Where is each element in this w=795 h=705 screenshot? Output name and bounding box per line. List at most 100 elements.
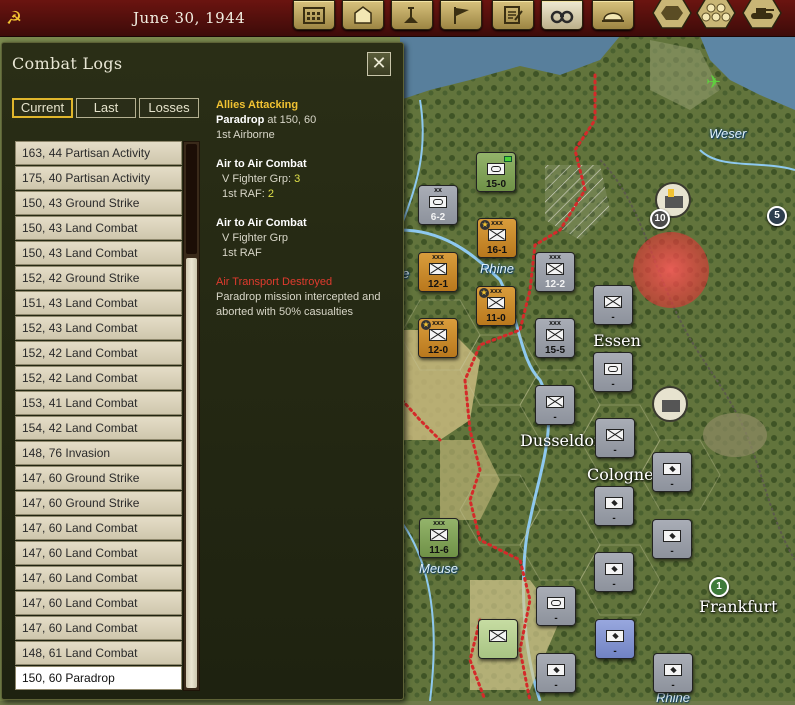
unit-strength: - bbox=[671, 680, 675, 691]
unit-strength: - bbox=[670, 546, 674, 557]
unit-counter[interactable]: - bbox=[652, 519, 692, 559]
infantry-symbol-icon bbox=[488, 229, 506, 241]
hq-button[interactable] bbox=[342, 0, 384, 30]
unit-strength: - bbox=[612, 579, 616, 590]
river-label-meuse: Meuse bbox=[419, 561, 459, 576]
infantry-symbol-icon bbox=[546, 263, 564, 275]
unit-counter[interactable]: ★ xxx 12-0 bbox=[418, 318, 458, 358]
unit-size: xxx bbox=[549, 254, 561, 261]
log-item[interactable]: 148, 76 Invasion bbox=[15, 441, 182, 465]
log-item[interactable]: 152, 43 Land Combat bbox=[15, 316, 182, 340]
scrollbar-thumb[interactable] bbox=[186, 258, 197, 688]
log-item[interactable]: 152, 42 Land Combat bbox=[15, 366, 182, 390]
unit-counter[interactable]: ★ xxx 11-0 bbox=[476, 286, 516, 326]
unit-counter[interactable]: - bbox=[594, 486, 634, 526]
unit-counter[interactable]: xxx 12-2 bbox=[535, 252, 575, 292]
unit-counter[interactable]: xx 6-2 bbox=[418, 185, 458, 225]
combat-log-list[interactable]: 163, 44 Partisan Activity 175, 40 Partisa… bbox=[15, 141, 182, 691]
intel-button[interactable] bbox=[541, 0, 583, 30]
unit-counter[interactable]: - bbox=[593, 352, 633, 392]
diplomacy-button[interactable] bbox=[440, 0, 482, 30]
unit-counter[interactable]: 15-0 bbox=[476, 152, 516, 192]
log-item[interactable]: 152, 42 Ground Strike bbox=[15, 266, 182, 290]
factory-icon[interactable] bbox=[652, 386, 688, 422]
airfield-icon: ✈ bbox=[706, 72, 722, 92]
infantry-symbol-icon bbox=[429, 329, 447, 341]
combat-detail: Allies Attacking Paradrop at 150, 60 1st… bbox=[216, 98, 398, 320]
city-value-badge: 1 bbox=[709, 577, 729, 597]
log-item[interactable]: 152, 42 Land Combat bbox=[15, 341, 182, 365]
unit-counter[interactable]: - bbox=[595, 619, 635, 659]
log-item[interactable]: 147, 60 Ground Strike bbox=[15, 466, 182, 490]
event-location: at 150, 60 bbox=[264, 114, 317, 126]
log-item[interactable]: 153, 41 Land Combat bbox=[15, 391, 182, 415]
unit-strength: 11-6 bbox=[429, 545, 449, 556]
hex-single-button[interactable] bbox=[652, 0, 692, 30]
hq-symbol-icon bbox=[663, 463, 681, 475]
infantry-symbol-icon bbox=[546, 329, 564, 341]
unit-strength: - bbox=[611, 379, 615, 390]
log-item[interactable]: 150, 43 Land Combat bbox=[15, 241, 182, 265]
scrollbar[interactable] bbox=[183, 141, 200, 691]
log-item[interactable]: 147, 60 Ground Strike bbox=[15, 491, 182, 515]
unit-counter[interactable]: ★ xxx 16-1 bbox=[477, 218, 517, 258]
log-item[interactable]: 148, 61 Land Combat bbox=[15, 641, 182, 665]
unit-counter[interactable]: - bbox=[594, 552, 634, 592]
research-button[interactable] bbox=[391, 0, 433, 30]
air-combat-unit: 1st RAF: bbox=[222, 188, 268, 200]
unit-counter[interactable]: - bbox=[535, 385, 575, 425]
log-item[interactable]: 154, 42 Land Combat bbox=[15, 416, 182, 440]
close-button[interactable]: ✕ bbox=[367, 52, 391, 76]
tab-current[interactable]: Current bbox=[12, 98, 73, 118]
hq-symbol-icon bbox=[606, 630, 624, 642]
unit-strength: - bbox=[554, 680, 558, 691]
unit-strength: - bbox=[612, 513, 616, 524]
unit-counter[interactable]: xxx 15-5 bbox=[535, 318, 575, 358]
log-item[interactable]: 151, 43 Land Combat bbox=[15, 291, 182, 315]
event-type: Paradrop bbox=[216, 114, 265, 126]
unit-counter[interactable]: - bbox=[652, 452, 692, 492]
military-button[interactable] bbox=[592, 0, 634, 30]
air-combat-line: 1st RAF: 2 bbox=[216, 187, 398, 202]
log-item[interactable]: 150, 43 Land Combat bbox=[15, 216, 182, 240]
armor-symbol-icon bbox=[604, 363, 622, 375]
river-label-rhine: Rhine bbox=[480, 261, 514, 276]
result-title: Air Transport Destroyed bbox=[216, 276, 333, 288]
unit-counter[interactable]: xxx 12-1 bbox=[418, 252, 458, 292]
log-item[interactable]: 150, 43 Ground Strike bbox=[15, 191, 182, 215]
tab-losses[interactable]: Losses bbox=[139, 98, 199, 118]
unit-strength: 16-1 bbox=[486, 245, 507, 256]
log-item[interactable]: 150, 60 Paradrop bbox=[15, 666, 182, 690]
unit-counter[interactable]: - bbox=[653, 653, 693, 693]
unit-strength: - bbox=[611, 312, 615, 323]
unit-counter[interactable]: - bbox=[595, 418, 635, 458]
tank-button[interactable] bbox=[742, 0, 782, 30]
unit-counter[interactable] bbox=[478, 619, 518, 659]
log-item[interactable]: 163, 44 Partisan Activity bbox=[15, 141, 182, 165]
hq-symbol-icon bbox=[663, 530, 681, 542]
log-item[interactable]: 147, 60 Land Combat bbox=[15, 566, 182, 590]
log-item[interactable]: 147, 60 Land Combat bbox=[15, 541, 182, 565]
orders-button[interactable] bbox=[492, 0, 534, 30]
hex-cluster-button[interactable] bbox=[696, 0, 736, 30]
infantry-symbol-icon bbox=[489, 630, 507, 642]
result-text: Paradrop mission intercepted and aborted… bbox=[216, 291, 381, 318]
log-item[interactable]: 147, 60 Land Combat bbox=[15, 616, 182, 640]
log-item[interactable]: 147, 60 Land Combat bbox=[15, 516, 182, 540]
air-combat-title: Air to Air Combat bbox=[216, 158, 307, 170]
log-item[interactable]: 147, 60 Land Combat bbox=[15, 591, 182, 615]
unit-counter[interactable]: - bbox=[536, 586, 576, 626]
tab-last[interactable]: Last bbox=[76, 98, 136, 118]
unit-counter[interactable]: - bbox=[593, 285, 633, 325]
unit-strength: 11-0 bbox=[486, 313, 506, 324]
supply-dot-icon bbox=[504, 156, 512, 162]
unit-counter[interactable]: xxx 11-6 bbox=[419, 518, 459, 558]
infantry-symbol-icon bbox=[604, 296, 622, 308]
unit-counter[interactable]: - bbox=[536, 653, 576, 693]
hq-icon bbox=[354, 6, 372, 24]
infantry-symbol-icon bbox=[487, 297, 505, 309]
air-combat-unit: V Fighter Grp: bbox=[222, 173, 295, 185]
calendar-button[interactable] bbox=[293, 0, 335, 30]
log-item[interactable]: 175, 40 Partisan Activity bbox=[15, 166, 182, 190]
helmet-icon bbox=[602, 12, 624, 22]
